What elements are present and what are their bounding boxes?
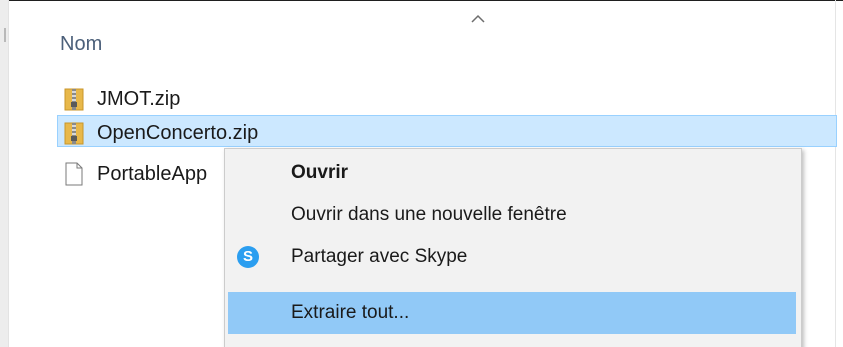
menu-item-share-skype[interactable]: S Partager avec Skype [228, 236, 796, 278]
menu-item-open[interactable]: Ouvrir [228, 152, 796, 194]
navigation-pane-edge[interactable] [0, 0, 9, 347]
zip-folder-icon [64, 122, 84, 145]
menu-item-label: Partager avec Skype [291, 246, 468, 267]
menu-item-label: Ouvrir [291, 162, 349, 183]
file-row-openconcerto[interactable]: OpenConcerto.zip [57, 115, 837, 147]
sort-ascending-icon [471, 14, 485, 23]
file-name: JMOT.zip [97, 88, 181, 110]
zip-folder-icon [64, 88, 84, 111]
column-header-name[interactable]: Nom [50, 14, 830, 62]
column-header-label: Nom [60, 33, 103, 55]
context-menu: Ouvrir Ouvrir dans une nouvelle fenêtre … [224, 148, 802, 347]
menu-item-extract-all[interactable]: Extraire tout... [228, 292, 796, 334]
skype-icon: S [236, 245, 260, 269]
file-name: OpenConcerto.zip [97, 122, 259, 144]
menu-item-label: Extraire tout... [291, 302, 410, 323]
file-explorer-window: Nom JMOT.zip OpenConcerto.zip PortableAp… [0, 0, 843, 347]
file-name: PortableApp [97, 163, 208, 185]
document-icon [65, 162, 83, 186]
menu-item-label: Ouvrir dans une nouvelle fenêtre [291, 204, 567, 225]
file-row-jmot[interactable]: JMOT.zip [58, 82, 838, 114]
pane-edge-mark [4, 28, 6, 42]
top-border [0, 0, 843, 11]
menu-item-open-new-window[interactable]: Ouvrir dans une nouvelle fenêtre [228, 194, 796, 236]
